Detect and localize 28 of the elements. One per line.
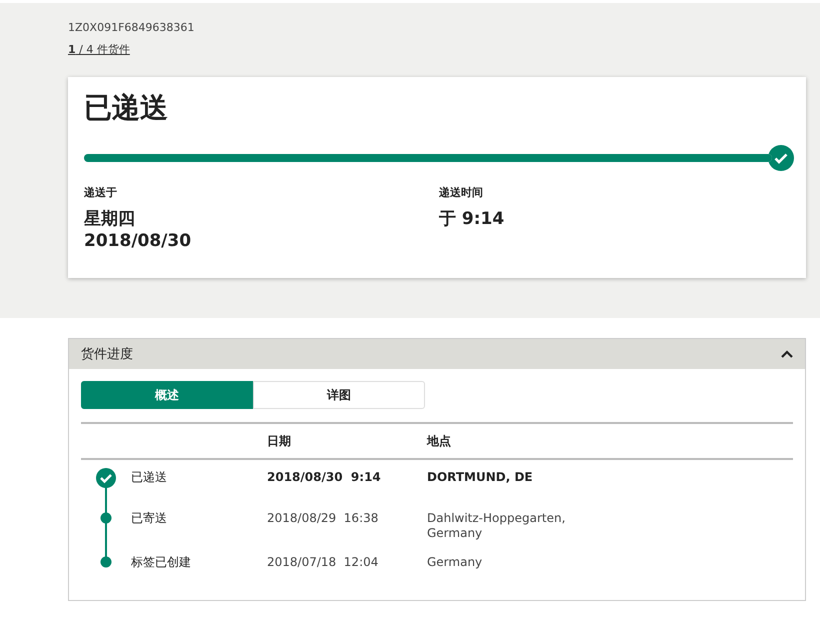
status-title: 已递送: [84, 90, 169, 126]
column-header: 日期: [267, 432, 292, 450]
event-date: 2018/08/29 16:38: [267, 510, 380, 527]
chevron-icon: [781, 350, 793, 358]
shipment-counter-link[interactable]: 1 / 4 件货件: [68, 42, 130, 57]
event-location: Germany: [427, 555, 484, 570]
field-value: 2018/08/30: [84, 230, 192, 252]
panel-header[interactable]: 货件进度: [69, 339, 805, 369]
check-circle-icon: [95, 467, 117, 489]
tracking-number: 1Z0X091F6849638361: [68, 21, 196, 34]
event-location: Germany: [427, 526, 484, 541]
event-date: 2018/08/30 9:14: [267, 469, 382, 486]
event-status: 已寄送: [131, 510, 168, 527]
timeline-dot-icon: [100, 556, 112, 568]
tab[interactable]: 概述: [81, 381, 253, 409]
event-location: Dahlwitz-Hoppegarten,: [427, 511, 566, 526]
event-status: 已递送: [131, 469, 168, 486]
tab[interactable]: 详图: [253, 381, 425, 409]
event-date: 2018/07/18 12:04: [267, 554, 380, 571]
field-value: 于 9:14: [439, 208, 506, 230]
event-status: 标签已创建: [131, 554, 192, 571]
field-label: 递送于: [84, 185, 118, 200]
panel-title: 货件进度: [81, 346, 133, 363]
field-value: 星期四: [84, 208, 136, 230]
event-location: DORTMUND, DE: [427, 470, 534, 485]
column-header: 地点: [427, 432, 452, 450]
field-label: 递送时间: [439, 185, 484, 200]
timeline-dot-icon: [100, 512, 112, 524]
